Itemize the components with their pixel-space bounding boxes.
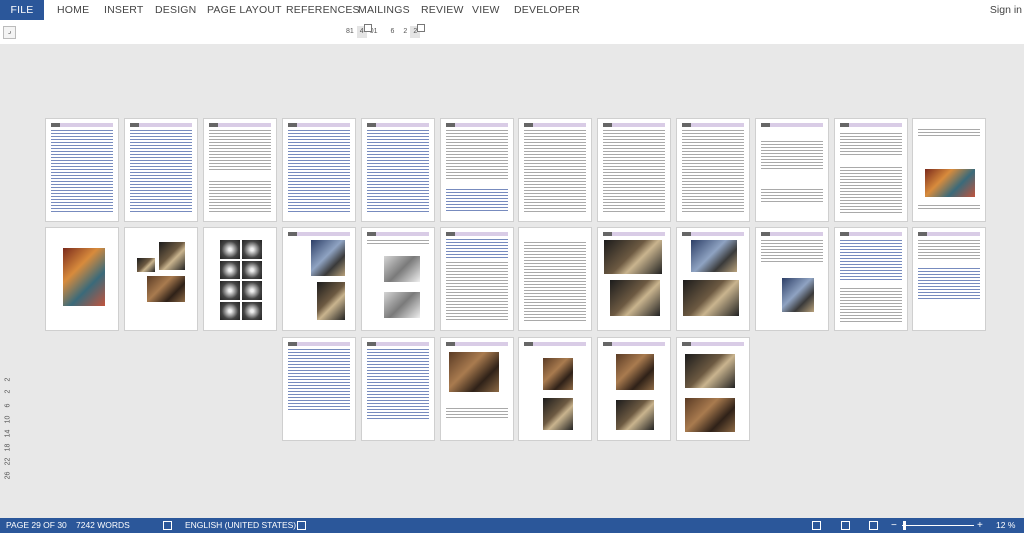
page-thumbnail[interactable] bbox=[912, 118, 986, 222]
language-indicator[interactable]: ENGLISH (UNITED STATES) bbox=[185, 518, 296, 533]
tab-insert[interactable]: INSERT bbox=[104, 0, 144, 20]
page-thumbnail[interactable] bbox=[45, 118, 119, 222]
page-image bbox=[685, 354, 735, 388]
page-thumbnail[interactable] bbox=[203, 118, 277, 222]
page-image bbox=[616, 354, 654, 390]
horizontal-ruler[interactable]: 81 4 01 6 2 2 bbox=[343, 26, 421, 38]
left-indent-marker-icon[interactable] bbox=[364, 24, 372, 32]
tab-references[interactable]: REFERENCES bbox=[286, 0, 360, 20]
page-count[interactable]: PAGE 29 OF 30 bbox=[6, 518, 67, 533]
page-thumbnail[interactable] bbox=[282, 118, 356, 222]
tab-developer[interactable]: DEVELOPER bbox=[514, 0, 580, 20]
page-thumbnail[interactable] bbox=[440, 337, 514, 441]
page-thumbnail[interactable] bbox=[518, 227, 592, 331]
page-image bbox=[782, 278, 814, 312]
page-thumbnail[interactable] bbox=[282, 337, 356, 441]
ruler-tick: 10 bbox=[4, 415, 12, 424]
vertical-ruler[interactable]: 2 2 6 10 14 18 22 26 bbox=[2, 374, 14, 489]
ruler-area bbox=[0, 20, 1024, 44]
tab-selector-icon[interactable]: ⌟ bbox=[3, 26, 16, 39]
page-thumbnail[interactable] bbox=[518, 337, 592, 441]
page-thumbnail[interactable] bbox=[597, 227, 671, 331]
page-image bbox=[685, 398, 735, 432]
page-thumbnail[interactable] bbox=[124, 118, 198, 222]
page-image bbox=[159, 242, 185, 270]
macro-record-icon[interactable] bbox=[297, 521, 306, 530]
ruler-tick: 81 bbox=[346, 28, 354, 35]
page-thumbnail[interactable] bbox=[597, 118, 671, 222]
tab-mailings[interactable]: MAILINGS bbox=[358, 0, 410, 20]
page-thumbnail[interactable] bbox=[676, 118, 750, 222]
tab-review[interactable]: REVIEW bbox=[421, 0, 464, 20]
ruler-tick: 18 bbox=[4, 443, 12, 452]
page-thumbnail[interactable] bbox=[45, 227, 119, 331]
sign-in-link[interactable]: Sign in bbox=[990, 0, 1024, 20]
web-layout-icon[interactable] bbox=[869, 521, 878, 530]
zoom-slider-thumb[interactable] bbox=[903, 521, 906, 530]
page-thumbnail[interactable] bbox=[676, 337, 750, 441]
page-thumbnail[interactable] bbox=[124, 227, 198, 331]
page-thumbnail[interactable] bbox=[597, 337, 671, 441]
tab-page-layout[interactable]: PAGE LAYOUT bbox=[207, 0, 282, 20]
page-thumbnail[interactable] bbox=[518, 118, 592, 222]
page-thumbnail[interactable] bbox=[361, 118, 435, 222]
image-grid bbox=[220, 240, 262, 320]
right-indent-marker-icon[interactable] bbox=[417, 24, 425, 32]
page-image bbox=[311, 240, 345, 276]
page-image bbox=[317, 282, 345, 320]
page-image bbox=[63, 248, 105, 306]
page-image bbox=[147, 276, 185, 302]
tab-design[interactable]: DESIGN bbox=[155, 0, 196, 20]
page-image bbox=[384, 292, 420, 318]
tab-home[interactable]: HOME bbox=[57, 0, 89, 20]
page-image bbox=[449, 352, 499, 392]
page-image bbox=[543, 358, 573, 390]
page-thumbnail[interactable] bbox=[755, 118, 829, 222]
zoom-slider-track[interactable] bbox=[902, 525, 974, 526]
page-thumbnail[interactable] bbox=[282, 227, 356, 331]
page-image bbox=[543, 398, 573, 430]
word-count[interactable]: 7242 WORDS bbox=[76, 518, 130, 533]
page-image bbox=[137, 258, 155, 272]
ruler-tick: 6 bbox=[390, 28, 395, 35]
page-thumbnail[interactable] bbox=[203, 227, 277, 331]
page-thumbnail[interactable] bbox=[834, 227, 908, 331]
read-mode-icon[interactable] bbox=[812, 521, 821, 530]
zoom-level[interactable]: 12 % bbox=[996, 518, 1015, 533]
page-thumbnail[interactable] bbox=[440, 227, 514, 331]
page-thumbnail[interactable] bbox=[440, 118, 514, 222]
page-thumbnail[interactable] bbox=[834, 118, 908, 222]
zoom-out-button[interactable]: − bbox=[891, 518, 897, 533]
page-thumbnail[interactable] bbox=[361, 227, 435, 331]
page-thumbnail[interactable] bbox=[361, 337, 435, 441]
proofing-icon[interactable] bbox=[163, 521, 172, 530]
ruler-tick: 2 bbox=[4, 377, 12, 382]
page-image bbox=[616, 400, 654, 430]
page-image bbox=[384, 256, 420, 282]
print-layout-icon[interactable] bbox=[841, 521, 850, 530]
page-image bbox=[691, 240, 737, 272]
ribbon-tab-bar: FILE HOME INSERT DESIGN PAGE LAYOUT REFE… bbox=[0, 0, 1024, 20]
page-image bbox=[610, 280, 660, 316]
page-thumbnail[interactable] bbox=[755, 227, 829, 331]
page-thumbnail[interactable] bbox=[676, 227, 750, 331]
document-multipage-view[interactable]: 2 2 6 10 14 18 22 26 bbox=[0, 44, 1024, 518]
page-image bbox=[925, 169, 975, 197]
ruler-tick: 2 bbox=[403, 28, 408, 35]
zoom-in-button[interactable]: + bbox=[977, 518, 983, 533]
ruler-tick: 6 bbox=[4, 403, 12, 408]
tab-view[interactable]: VIEW bbox=[472, 0, 500, 20]
ruler-tick: 2 bbox=[4, 389, 12, 394]
ruler-tick: 14 bbox=[4, 429, 12, 438]
page-image bbox=[604, 240, 662, 274]
status-bar: PAGE 29 OF 30 7242 WORDS ENGLISH (UNITED… bbox=[0, 518, 1024, 533]
page-thumbnail[interactable] bbox=[912, 227, 986, 331]
ruler-tick: 26 bbox=[4, 471, 12, 480]
ruler-tick: 22 bbox=[4, 457, 12, 466]
tab-file[interactable]: FILE bbox=[0, 0, 44, 20]
page-image bbox=[683, 280, 739, 316]
